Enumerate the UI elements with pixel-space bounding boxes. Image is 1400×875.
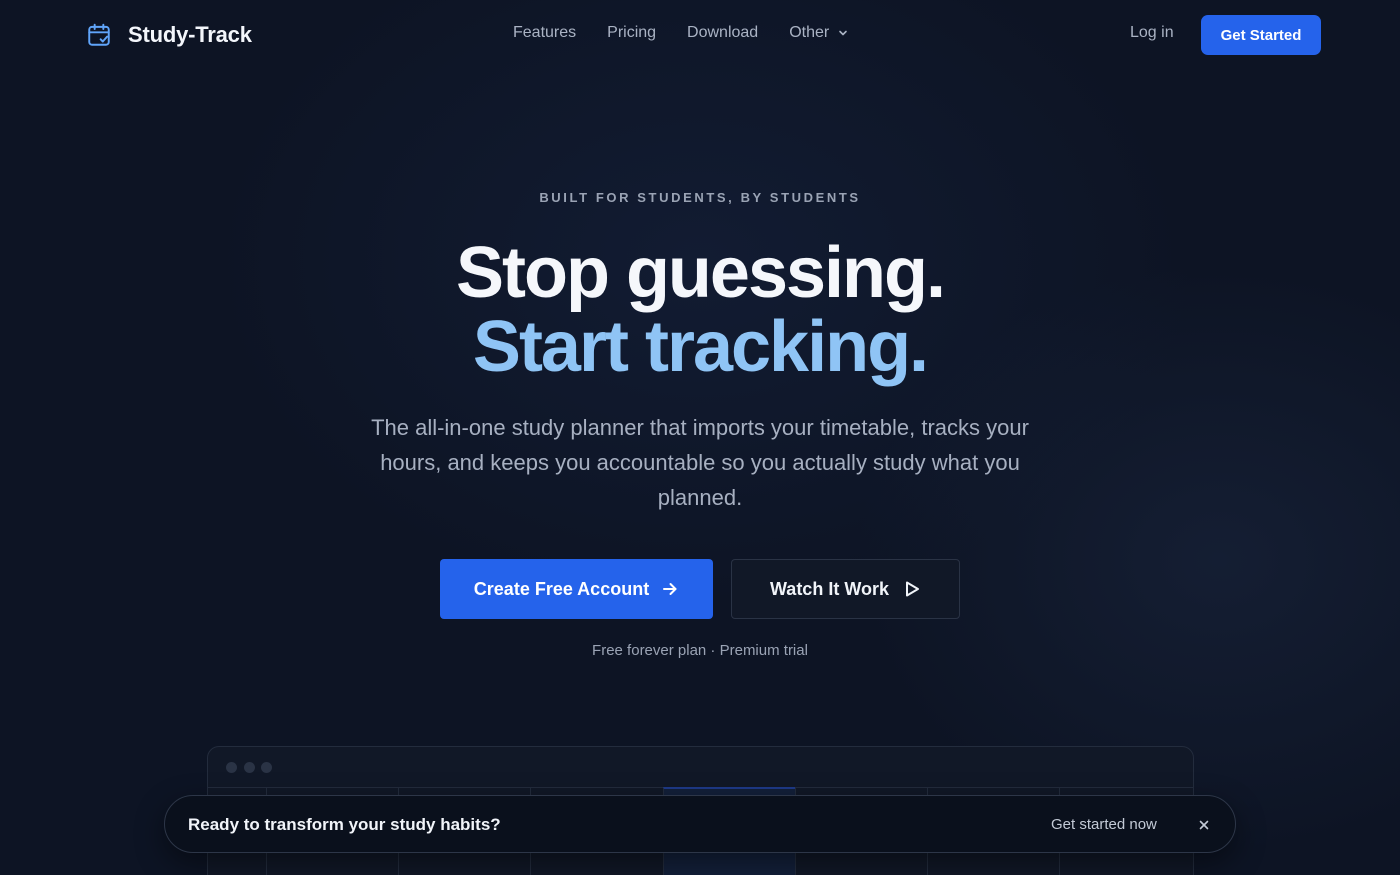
nav-link-other[interactable]: Other — [789, 24, 849, 42]
nav-link-pricing[interactable]: Pricing — [607, 24, 656, 42]
brand[interactable]: Study-Track — [86, 20, 252, 50]
login-link[interactable]: Log in — [1130, 24, 1174, 42]
hero-fine-print: Free forever plan · Premium trial — [592, 642, 808, 659]
preview-window-bar — [208, 747, 1193, 788]
hero-subtitle: The all-in-one study planner that import… — [371, 415, 1029, 510]
headline-line-1: Stop guessing. — [455, 233, 946, 313]
nav-link-features[interactable]: Features — [513, 24, 576, 42]
arrow-right-icon — [663, 583, 677, 595]
nav-links: Features Pricing Download Other — [513, 24, 849, 42]
close-icon[interactable] — [1195, 816, 1213, 834]
banner-text: Ready to transform your study habits? — [188, 815, 501, 834]
calendar-check-icon — [88, 23, 110, 46]
create-account-button[interactable]: Create Free Account — [440, 559, 713, 619]
window-dot — [226, 762, 237, 773]
watch-it-work-button[interactable]: Watch It Work — [731, 559, 960, 619]
window-dot — [261, 762, 272, 773]
chevron-down-icon — [839, 30, 848, 36]
brand-name: Study-Track — [128, 22, 252, 47]
watch-it-work-label: Watch It Work — [769, 578, 889, 599]
get-started-button[interactable]: Get Started — [1201, 15, 1321, 55]
top-nav: Study-Track Features Pricing Download Ot… — [0, 0, 1400, 70]
create-account-label: Create Free Account — [473, 578, 650, 599]
nav-link-download[interactable]: Download — [687, 24, 758, 42]
window-dot — [244, 762, 255, 773]
hero-headline: Stop guessing. Start tracking. — [0, 236, 1400, 384]
hero-eyebrow: BUILT FOR STUDENTS, BY STUDENTS — [539, 190, 861, 205]
nav-link-other-label: Other — [789, 24, 830, 41]
banner-get-started-link[interactable]: Get started now — [1051, 816, 1157, 833]
cta-banner: Ready to transform your study habits? Ge… — [164, 795, 1236, 853]
headline-line-2: Start tracking. — [472, 307, 929, 387]
play-icon — [906, 581, 919, 597]
